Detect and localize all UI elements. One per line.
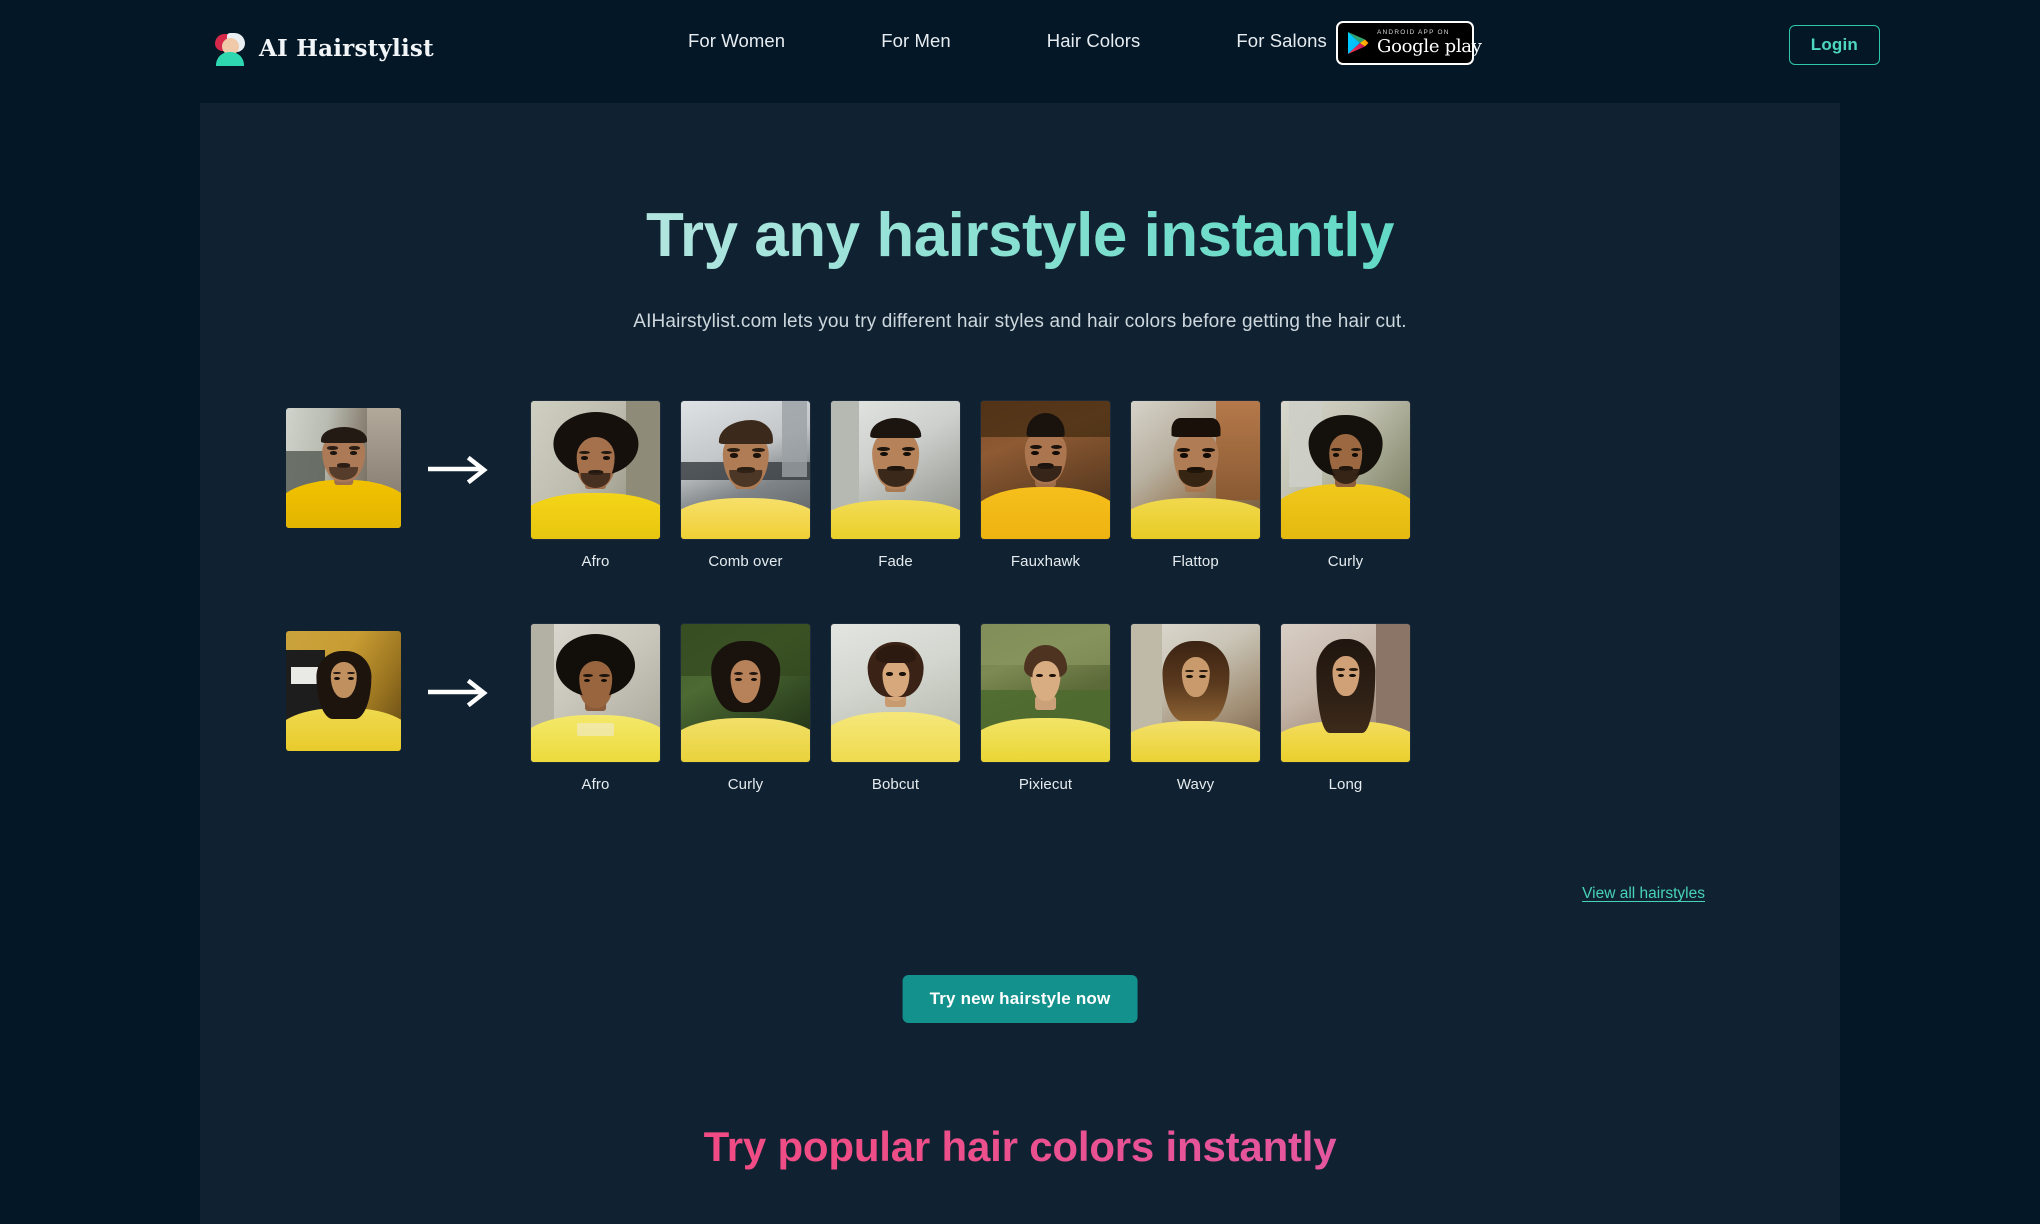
hairstyle-image [980,623,1111,763]
hairstyle-card-afro-women[interactable]: Afro [530,623,661,793]
arrow-right-icon [425,678,498,708]
brand-logo[interactable]: AI Hairstylist [212,20,434,76]
page-subtitle: AIHairstylist.com lets you try different… [633,311,1407,332]
hairstyle-image [1130,400,1261,540]
hairstyle-image [680,400,811,540]
content-panel: Try any hairstyle instantly AIHairstylis… [200,103,1840,1224]
hairstyle-label: Comb over [708,553,783,570]
hairstyle-card-fade-men[interactable]: Fade [830,400,961,570]
hairstyle-cards-men: Afro Comb over Fade Fauxhawk Flattop Cur… [530,400,1411,570]
hairstyle-card-curly-men[interactable]: Curly [1280,400,1411,570]
google-play-badge[interactable]: ANDROID APP ON Google play [1336,21,1482,65]
hairstyle-label: Long [1328,776,1363,793]
hairstyle-label: Afro [581,776,610,793]
arrow-right-icon [425,455,498,485]
hairstyle-image [1280,400,1411,540]
hairstyle-card-curly-women[interactable]: Curly [680,623,811,793]
hairstyle-card-bobcut-women[interactable]: Bobcut [830,623,961,793]
hairstyle-card-comb-over-men[interactable]: Comb over [680,400,811,570]
hairstyle-label: Fade [878,553,913,570]
google-play-triangle-icon [1346,30,1370,56]
hairstyle-image [530,400,661,540]
hairstyle-card-flattop-men[interactable]: Flattop [1130,400,1261,570]
page-root: AI Hairstylist For Women For Men Hair Co… [0,0,2040,1224]
hairstyle-image [1130,623,1261,763]
hairstyle-row-women: Afro Curly Bobcut Pixiecut Wavy Long [200,623,1840,813]
hairstyle-card-wavy-women[interactable]: Wavy [1130,623,1261,793]
try-new-hairstyle-button[interactable]: Try new hairstyle now [902,975,1138,1023]
hairstyle-label: Fauxhawk [1010,553,1081,570]
hair-colors-section-title: Try popular hair colors instantly [200,1123,1840,1171]
nav-item-for-women[interactable]: For Women [640,30,833,52]
source-photo-man[interactable] [286,408,401,528]
hairstyle-card-fauxhawk-men[interactable]: Fauxhawk [980,400,1111,570]
nav-item-hair-colors[interactable]: Hair Colors [999,30,1189,52]
google-play-label: Google play [1377,36,1482,58]
hairstyle-card-long-women[interactable]: Long [1280,623,1411,793]
main-nav: For Women For Men Hair Colors For Salons [640,30,1375,52]
hairstyle-label: Wavy [1176,776,1215,793]
brand-name: AI Hairstylist [259,34,434,62]
hairstyle-row-men: Afro Comb over Fade Fauxhawk Flattop Cur… [200,400,1840,590]
hairstyle-cards-women: Afro Curly Bobcut Pixiecut Wavy Long [530,623,1411,793]
hairstyle-card-pixiecut-women[interactable]: Pixiecut [980,623,1111,793]
avatar-icon [212,30,248,66]
hairstyle-image [680,623,811,763]
view-all-hairstyles-link[interactable]: View all hairstyles [1582,885,1705,903]
hairstyle-image [830,400,961,540]
hairstyle-image [980,400,1111,540]
hairstyle-label: Bobcut [871,776,920,793]
hairstyle-label: Afro [581,553,610,570]
nav-item-for-men[interactable]: For Men [833,30,999,52]
hairstyle-label: Pixiecut [1018,776,1073,793]
site-header: AI Hairstylist For Women For Men Hair Co… [0,0,2040,103]
hairstyle-label: Flattop [1172,553,1219,570]
hairstyle-image [830,623,961,763]
hairstyle-card-afro-men[interactable]: Afro [530,400,661,570]
hairstyle-image [530,623,661,763]
login-button[interactable]: Login [1788,25,1880,65]
hairstyle-label: Curly [727,776,764,793]
source-photo-woman[interactable] [286,631,401,751]
hairstyle-image [1280,623,1411,763]
page-title: Try any hairstyle instantly [200,200,1840,271]
hairstyle-label: Curly [1327,553,1364,570]
